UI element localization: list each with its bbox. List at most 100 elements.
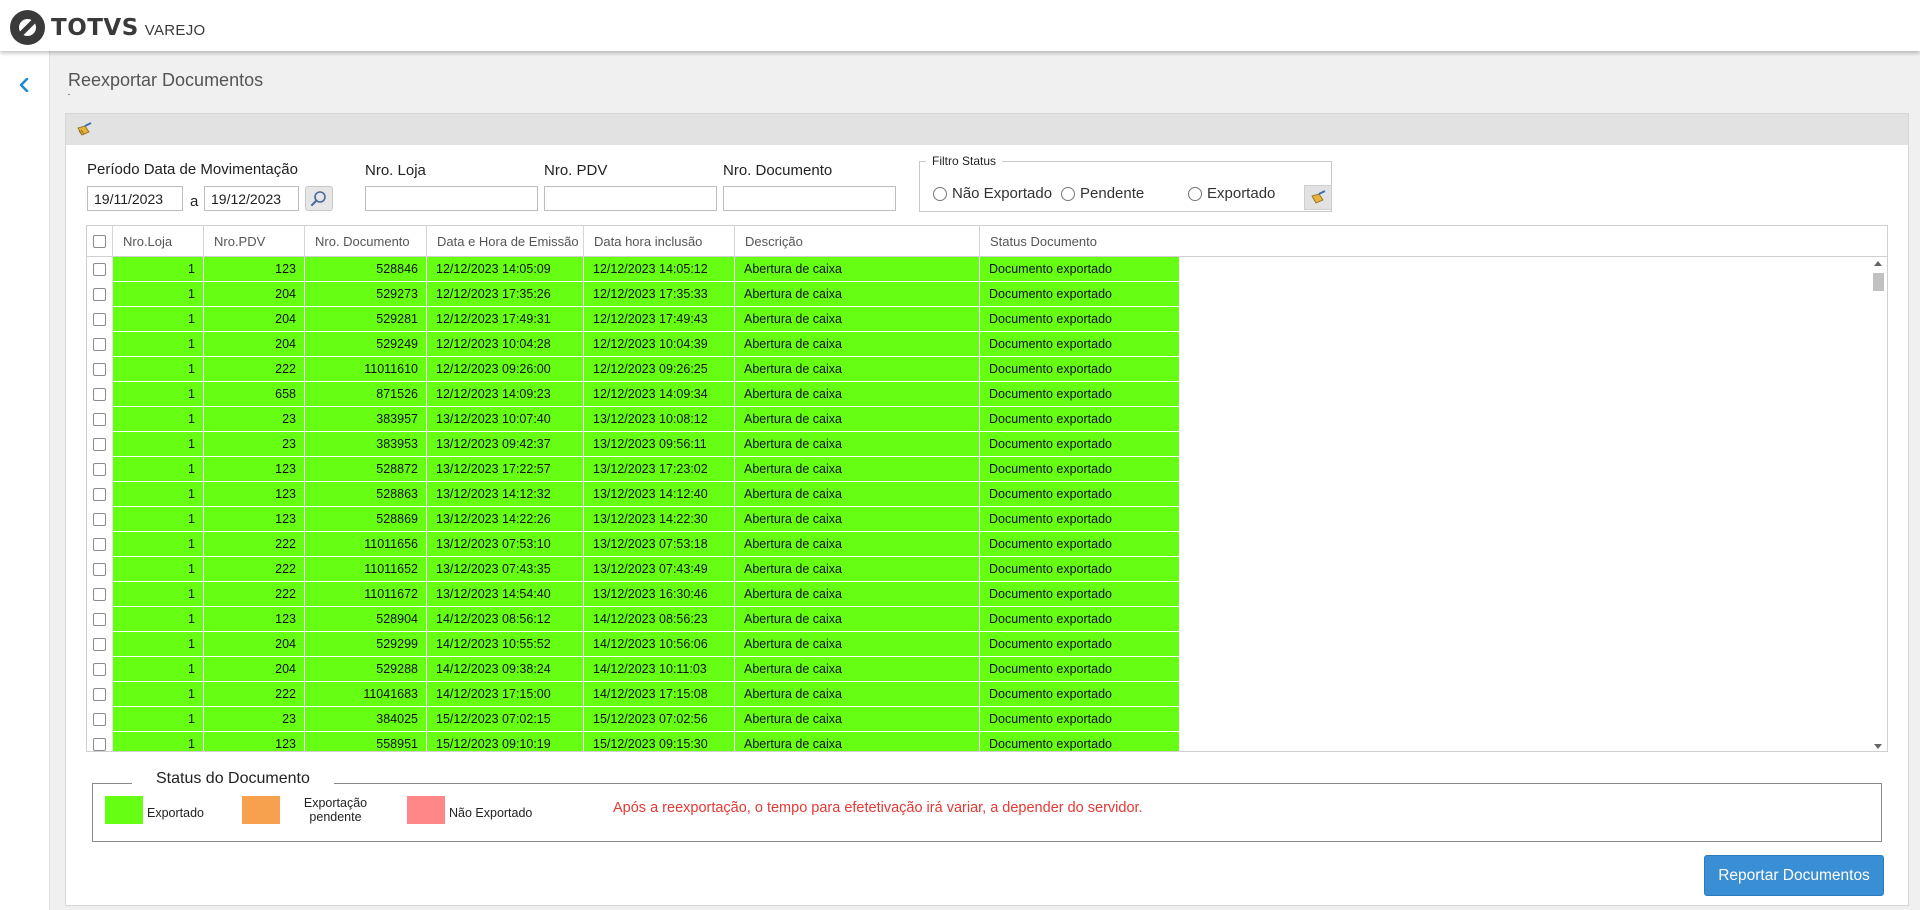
table-cell: 13/12/2023 07:43:49 [584, 557, 735, 582]
radio-circle[interactable] [1061, 186, 1075, 201]
table-row[interactable]: 1 222 11041683 14/12/2023 17:15:00 14/12/202… [87, 682, 1869, 707]
totvs-logo[interactable]: TOTVS VAREJO [10, 10, 206, 45]
column-header-loja[interactable]: Nro.Loja [113, 226, 204, 257]
scroll-down-arrow-icon[interactable] [1874, 744, 1882, 749]
radio-exportado[interactable]: Exportado [1188, 185, 1275, 202]
top-bar: TOTVS VAREJO [0, 0, 1920, 51]
date-from-input[interactable] [87, 186, 183, 211]
broom-icon[interactable] [76, 122, 93, 138]
table-cell: Documento exportado [980, 282, 1180, 307]
row-checkbox[interactable] [93, 613, 106, 626]
broom-icon [1311, 190, 1326, 204]
table-cell: 1 [113, 582, 204, 607]
grid-scrollbar[interactable] [1869, 257, 1887, 751]
row-checkbox[interactable] [93, 338, 106, 351]
radio-nao-exportado[interactable]: Não Exportado [933, 185, 1052, 202]
column-header-documento[interactable]: Nro. Documento [305, 226, 427, 257]
table-cell: 204 [204, 632, 305, 657]
scroll-up-arrow-icon[interactable] [1874, 261, 1882, 266]
table-cell: 222 [204, 557, 305, 582]
table-row[interactable]: 1 123 558951 15/12/2023 09:10:19 15/12/2023 … [87, 732, 1869, 751]
table-cell: 1 [113, 707, 204, 732]
table-cell: 13/12/2023 09:42:37 [427, 432, 584, 457]
table-cell: 14/12/2023 10:56:06 [584, 632, 735, 657]
table-cell: 1 [113, 407, 204, 432]
row-checkbox[interactable] [93, 313, 106, 326]
loja-input[interactable] [365, 186, 538, 211]
row-checkbox[interactable] [93, 513, 106, 526]
table-row[interactable]: 1 123 528904 14/12/2023 08:56:12 14/12/2023 … [87, 607, 1869, 632]
row-checkbox[interactable] [93, 363, 106, 376]
table-cell: Abertura de caixa [735, 407, 980, 432]
table-cell: 12/12/2023 17:35:26 [427, 282, 584, 307]
table-cell: 13/12/2023 14:54:40 [427, 582, 584, 607]
reexport-documents-button[interactable]: Reportar Documentos [1704, 855, 1884, 896]
table-row[interactable]: 1 204 529281 12/12/2023 17:49:31 12/12/2023 … [87, 307, 1869, 332]
table-cell: 15/12/2023 09:10:19 [427, 732, 584, 751]
table-row[interactable]: 1 204 529288 14/12/2023 09:38:24 14/12/2023 … [87, 657, 1869, 682]
row-checkbox[interactable] [93, 388, 106, 401]
row-checkbox[interactable] [93, 688, 106, 701]
row-select-cell [87, 732, 113, 751]
table-row[interactable]: 1 23 383957 13/12/2023 10:07:40 13/12/2023 1… [87, 407, 1869, 432]
table-row[interactable]: 1 123 528869 13/12/2023 14:22:26 13/12/2023 … [87, 507, 1869, 532]
table-row[interactable]: 1 204 529299 14/12/2023 10:55:52 14/12/2023 … [87, 632, 1869, 657]
row-checkbox[interactable] [93, 588, 106, 601]
table-row[interactable]: 1 123 528846 12/12/2023 14:05:09 12/12/2023 … [87, 257, 1869, 282]
table-cell: 12/12/2023 17:35:33 [584, 282, 735, 307]
table-row[interactable]: 1 23 384025 15/12/2023 07:02:15 15/12/2023 0… [87, 707, 1869, 732]
row-checkbox[interactable] [93, 263, 106, 276]
clear-status-filter-button[interactable] [1304, 185, 1332, 210]
table-row[interactable]: 1 23 383953 13/12/2023 09:42:37 13/12/2023 0… [87, 432, 1869, 457]
row-checkbox[interactable] [93, 663, 106, 676]
table-cell: 558951 [305, 732, 427, 751]
table-cell: 14/12/2023 09:38:24 [427, 657, 584, 682]
table-cell: 15/12/2023 07:02:15 [427, 707, 584, 732]
column-header-status[interactable]: Status Documento [980, 226, 1180, 257]
pdv-input[interactable] [544, 186, 717, 211]
column-header-inclusao[interactable]: Data hora inclusão [584, 226, 735, 257]
column-header-descricao[interactable]: Descrição [735, 226, 980, 257]
table-row[interactable]: 1 222 11011652 13/12/2023 07:43:35 13/12/202… [87, 557, 1869, 582]
row-checkbox[interactable] [93, 713, 106, 726]
table-row[interactable]: 1 204 529273 12/12/2023 17:35:26 12/12/2023 … [87, 282, 1869, 307]
row-checkbox[interactable] [93, 288, 106, 301]
date-to-input[interactable] [204, 186, 299, 211]
table-cell: 13/12/2023 07:53:10 [427, 532, 584, 557]
table-cell: 528863 [305, 482, 427, 507]
documento-input[interactable] [723, 186, 896, 211]
table-cell: Documento exportado [980, 332, 1180, 357]
table-row[interactable]: 1 658 871526 12/12/2023 14:09:23 12/12/2023 … [87, 382, 1869, 407]
table-row[interactable]: 1 123 528863 13/12/2023 14:12:32 13/12/2023 … [87, 482, 1869, 507]
table-cell: 12/12/2023 09:26:25 [584, 357, 735, 382]
table-cell: Documento exportado [980, 557, 1180, 582]
row-checkbox[interactable] [93, 638, 106, 651]
table-cell: 1 [113, 557, 204, 582]
scroll-thumb[interactable] [1873, 273, 1884, 291]
radio-pendente[interactable]: Pendente [1061, 185, 1144, 202]
table-row[interactable]: 1 222 11011656 13/12/2023 07:53:10 13/12/202… [87, 532, 1869, 557]
radio-circle[interactable] [933, 186, 947, 201]
row-checkbox[interactable] [93, 563, 106, 576]
table-cell: 14/12/2023 08:56:23 [584, 607, 735, 632]
row-checkbox[interactable] [93, 538, 106, 551]
column-header-pdv[interactable]: Nro.PDV [204, 226, 305, 257]
row-checkbox[interactable] [93, 463, 106, 476]
table-cell: 13/12/2023 14:12:32 [427, 482, 584, 507]
row-checkbox[interactable] [93, 738, 106, 751]
table-row[interactable]: 1 123 528872 13/12/2023 17:22:57 13/12/2023 … [87, 457, 1869, 482]
table-row[interactable]: 1 222 11011672 13/12/2023 14:54:40 13/12/202… [87, 582, 1869, 607]
table-row[interactable]: 1 204 529249 12/12/2023 10:04:28 12/12/2023 … [87, 332, 1869, 357]
row-checkbox[interactable] [93, 413, 106, 426]
row-checkbox[interactable] [93, 438, 106, 451]
column-header-emissao[interactable]: Data e Hora de Emissão [427, 226, 584, 257]
chevron-left-icon[interactable] [17, 78, 31, 92]
table-cell: 528904 [305, 607, 427, 632]
search-button[interactable] [305, 186, 333, 211]
select-all-checkbox[interactable] [93, 235, 106, 248]
table-cell: 529281 [305, 307, 427, 332]
radio-circle[interactable] [1188, 186, 1202, 201]
row-checkbox[interactable] [93, 488, 106, 501]
legend-label-nao-exportado: Não Exportado [449, 806, 533, 820]
table-row[interactable]: 1 222 11011610 12/12/2023 09:26:00 12/12/202… [87, 357, 1869, 382]
